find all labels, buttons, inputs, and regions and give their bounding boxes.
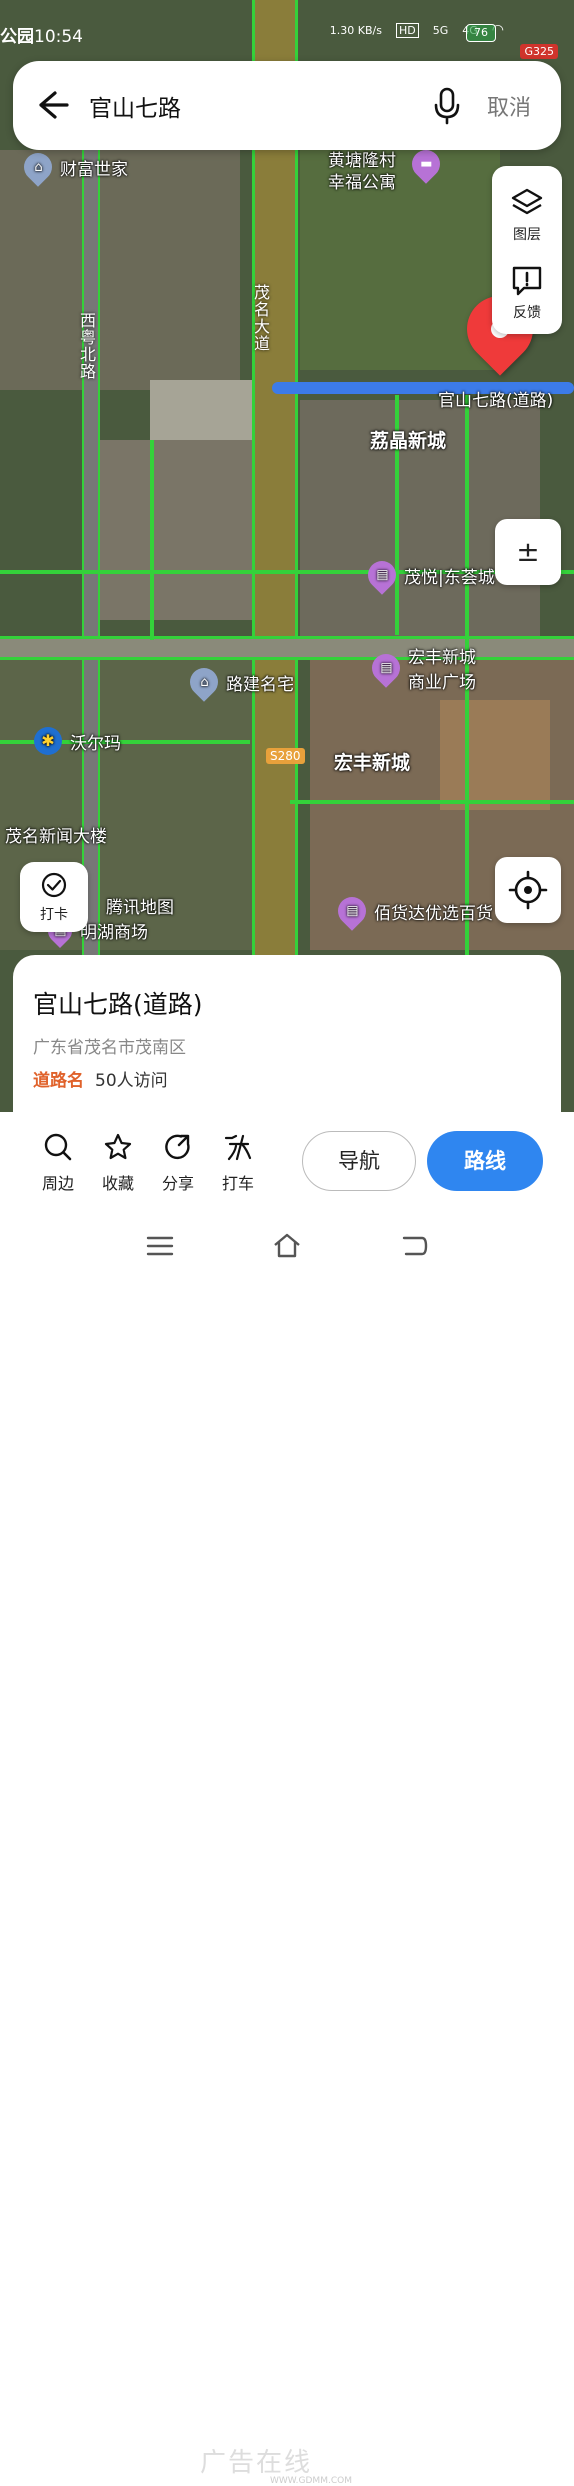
microphone-icon[interactable]	[433, 85, 461, 125]
map-block	[100, 440, 260, 620]
building-icon: ⌂	[18, 147, 58, 187]
hd-badge: HD	[395, 22, 419, 38]
place-type-tag: 道路名	[33, 1071, 84, 1091]
navigate-button[interactable]: 导航	[302, 1131, 416, 1191]
poi-maoyue[interactable]: ▤ 茂悦|东荟城	[362, 555, 495, 595]
checkin-label: 打卡	[40, 907, 68, 923]
poi-baihuoda[interactable]: ▤ 佰货达优选百货	[332, 891, 493, 931]
poi-caifu-label: 财富世家	[60, 159, 128, 180]
poi-hongfeng-plaza-label-2: 商业广场	[408, 673, 476, 693]
poi-hongfeng-plaza-label-1: 宏丰新城	[408, 648, 476, 668]
place-address: 广东省茂名市茂南区	[33, 1038, 186, 1058]
map-block	[0, 150, 240, 390]
map-block	[440, 700, 550, 810]
poi-lujian-label: 路建名宅	[226, 674, 294, 695]
map-side-panel: 图层 反馈	[492, 166, 562, 334]
battery-indicator: 76	[466, 24, 496, 42]
shopping-bag-icon: ▤	[362, 555, 402, 595]
poi-maoyue-label: 茂悦|东荟城	[404, 567, 495, 588]
home-icon[interactable]	[272, 1232, 302, 1258]
place-title: 官山七路(道路)	[33, 990, 203, 1019]
locate-button[interactable]	[495, 857, 561, 923]
poi-walmart-label: 沃尔玛	[70, 733, 121, 754]
watermark-text: 广告在线	[200, 2448, 313, 2478]
poi-hongfeng-plaza[interactable]: ▤ 宏丰新城 商业广场	[366, 643, 476, 693]
road-badge-g325: G325	[520, 44, 558, 59]
nearby-label: 周边	[41, 1174, 74, 1193]
road-horizontal	[290, 800, 574, 804]
taxi-icon	[224, 1134, 252, 1161]
poi-huangtang2-label: 幸福公寓	[328, 173, 396, 193]
status-time: 公园10:54	[0, 22, 83, 47]
crosshair-icon	[508, 870, 548, 910]
search-bar[interactable]: 官山七路 取消	[13, 61, 561, 150]
layers-icon	[511, 188, 543, 215]
network-speed: 1.30 KB/s	[329, 23, 382, 37]
map-provider-label: 腾讯地图	[106, 898, 174, 918]
place-info-card[interactable]: 官山七路(道路) 广东省茂名市茂南区 道路名 50人访问	[13, 955, 561, 1125]
action-bar: 周边 收藏 分享 打车 导航 路线	[0, 1112, 574, 1212]
shopping-bag-icon: ▤	[366, 648, 406, 688]
share-label: 分享	[161, 1174, 194, 1193]
poi-lujian[interactable]: ⌂ 路建名宅	[184, 662, 294, 702]
layers-label: 图层	[513, 227, 541, 243]
highway-s280-badge: S280	[266, 748, 305, 764]
feedback-button[interactable]: 反馈	[492, 250, 562, 328]
map-block	[150, 380, 260, 440]
status-bar: 公园10:54 1.30 KB/s HD 5G 4G ◠ 76 G325	[0, 18, 574, 59]
favorite-label: 收藏	[101, 1174, 134, 1193]
status-left-text: 公园	[0, 27, 34, 47]
place-visits: 50人访问	[95, 1071, 168, 1091]
search-query[interactable]: 官山七路	[89, 89, 181, 123]
cancel-button[interactable]: 取消	[487, 90, 531, 122]
road-vertical	[150, 440, 154, 640]
road-xiyue-label: 西粤北路	[77, 312, 96, 380]
area-lijing-label: 荔晶新城	[370, 430, 447, 452]
menu-icon[interactable]	[146, 1234, 174, 1258]
watermark-url: WWW.GDMM.COM	[270, 2476, 352, 2486]
network-5g: 5G	[432, 23, 449, 37]
star-icon	[104, 1133, 132, 1160]
walmart-icon: ✱	[34, 727, 62, 755]
status-clock: 10:54	[34, 27, 83, 47]
poi-walmart[interactable]: ✱ 沃尔玛	[34, 727, 121, 755]
layers-button[interactable]: 图层	[492, 172, 562, 250]
poi-maoming-news-label: 茂名新闻大楼	[5, 827, 107, 847]
system-navigation-bar: 广告在线 WWW.GDMM.COM	[0, 1212, 574, 2486]
route-button[interactable]: 路线	[427, 1131, 543, 1191]
poi-caifu[interactable]: ⌂ 财富世家	[18, 147, 128, 187]
road-maoming-label: 茂名大道	[251, 284, 270, 352]
road-horizontal	[0, 636, 574, 660]
share-icon	[165, 1134, 190, 1160]
building-icon: ⌂	[184, 662, 224, 702]
poi-baihuoda-label: 佰货达优选百货	[374, 903, 493, 924]
search-icon	[44, 1133, 72, 1161]
shopping-bag-icon: ▤	[332, 891, 372, 931]
area-hongfeng-label: 宏丰新城	[334, 752, 411, 774]
back-arrow-icon[interactable]	[35, 85, 71, 125]
taxi-label: 打车	[221, 1174, 254, 1193]
checkin-icon	[41, 872, 67, 898]
zoom-button[interactable]: ±	[495, 519, 561, 585]
poi-minghu-label: 明湖商场	[80, 923, 148, 943]
feedback-label: 反馈	[513, 305, 541, 321]
checkin-button[interactable]: 打卡	[20, 862, 88, 932]
feedback-icon	[512, 266, 542, 296]
road-guanshan-label: 官山七路(道路)	[438, 391, 554, 411]
back-icon[interactable]	[400, 1234, 428, 1258]
